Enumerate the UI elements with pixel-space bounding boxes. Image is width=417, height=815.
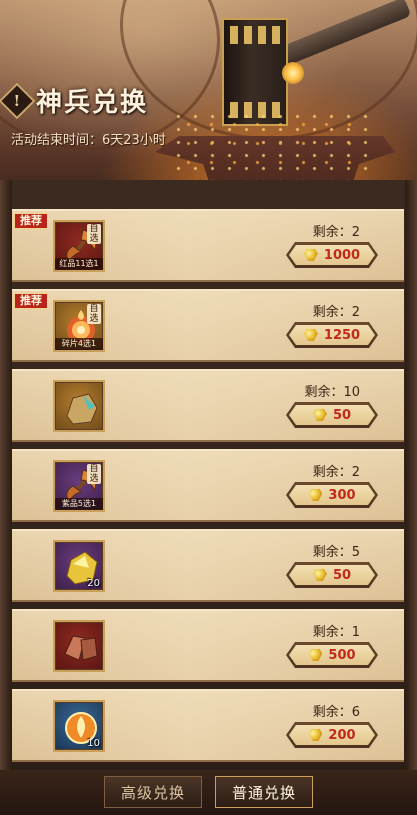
- price-value: 500: [328, 647, 356, 663]
- gold-ingot-icon: [308, 489, 322, 501]
- exchange-price-button[interactable]: 1000: [286, 242, 378, 268]
- remaining-count: 剩余：10: [304, 385, 360, 400]
- item-slot[interactable]: 20: [53, 540, 105, 592]
- tab-normal-exchange[interactable]: 普通兑换: [215, 776, 313, 808]
- item-slot[interactable]: 自选 紫品5选1: [53, 460, 105, 512]
- price-value: 200: [328, 727, 356, 743]
- header-banner: ! 神兵兑换 活动结束时间：6天23小时: [0, 0, 417, 200]
- item-slot[interactable]: [53, 620, 105, 672]
- page-title-group: ! 神兵兑换: [0, 82, 149, 119]
- remaining-count: 剩余：6: [312, 705, 360, 720]
- item-slot[interactable]: 10: [53, 700, 105, 752]
- exchange-price-button[interactable]: 500: [286, 642, 378, 668]
- price-plate: 1250: [289, 325, 375, 345]
- exchange-price-button[interactable]: 300: [286, 482, 378, 508]
- exchange-row: 自选 紫品5选1 剩余：2 300: [12, 449, 404, 522]
- exchange-row: 推荐 自选 红品11选1 剩余：2 1000: [12, 209, 404, 282]
- item-caption: 紫品5选1: [55, 498, 103, 510]
- remaining-count: 剩余：5: [312, 545, 360, 560]
- remaining-count: 剩余：2: [312, 305, 360, 320]
- price-value: 50: [332, 567, 352, 583]
- gold-ingot-icon: [308, 729, 322, 741]
- remaining-count: 剩余：1: [312, 625, 360, 640]
- gold-ingot-icon: [304, 249, 318, 261]
- item-slot[interactable]: 自选 碎片4选1: [53, 300, 105, 352]
- remaining-count: 剩余：2: [312, 225, 360, 240]
- price-plate: 1000: [289, 245, 375, 265]
- sparks-illustration: [170, 110, 370, 190]
- glowing-orb-illustration: [282, 62, 304, 84]
- self-select-label: 自选: [87, 304, 101, 324]
- price-value: 1250: [323, 327, 361, 343]
- tab-advanced-exchange[interactable]: 高级兑换: [104, 776, 202, 808]
- price-plate: 500: [289, 645, 375, 665]
- self-select-label: 自选: [87, 224, 101, 244]
- bottom-tab-bar: 高级兑换 普通兑换: [0, 770, 417, 815]
- page-title: 神兵兑换: [36, 88, 149, 118]
- exchange-row: 10 剩余：6 200: [12, 689, 404, 762]
- gold-ingot-icon: [313, 409, 327, 421]
- gold-ingot-icon: [308, 649, 322, 661]
- price-value: 50: [332, 407, 352, 423]
- exchange-row: 剩余：10 50: [12, 369, 404, 442]
- event-countdown: 活动结束时间：6天23小时: [11, 133, 166, 148]
- recommended-badge: 推荐: [14, 293, 48, 309]
- exchange-row: 推荐 自选 碎片4选1 剩余：2 1250: [12, 289, 404, 362]
- self-select-label: 自选: [87, 464, 101, 484]
- info-diamond-icon[interactable]: !: [0, 82, 36, 119]
- item-count: 10: [87, 738, 100, 749]
- exchange-price-button[interactable]: 200: [286, 722, 378, 748]
- remaining-count: 剩余：2: [312, 465, 360, 480]
- price-value: 1000: [323, 247, 361, 263]
- item-slot[interactable]: 自选 红品11选1: [53, 220, 105, 272]
- exchange-price-button[interactable]: 50: [286, 402, 378, 428]
- price-value: 300: [328, 487, 356, 503]
- item-caption: 红品11选1: [55, 258, 103, 270]
- info-glyph: !: [13, 91, 21, 109]
- ore-crystal-icon: [59, 386, 103, 430]
- exchange-row: 剩余：1 500: [12, 609, 404, 682]
- item-count: 20: [87, 578, 100, 589]
- copper-ore-icon: [59, 626, 103, 670]
- price-plate: 50: [289, 405, 375, 425]
- price-plate: 300: [289, 485, 375, 505]
- exchange-price-button[interactable]: 50: [286, 562, 378, 588]
- exchange-price-button[interactable]: 1250: [286, 322, 378, 348]
- price-plate: 200: [289, 725, 375, 745]
- gold-ingot-icon: [313, 569, 327, 581]
- recommended-badge: 推荐: [14, 213, 48, 229]
- gold-ingot-icon: [304, 329, 318, 341]
- item-caption: 碎片4选1: [55, 338, 103, 350]
- item-slot[interactable]: [53, 380, 105, 432]
- exchange-row: 20 剩余：5 50: [12, 529, 404, 602]
- price-plate: 50: [289, 565, 375, 585]
